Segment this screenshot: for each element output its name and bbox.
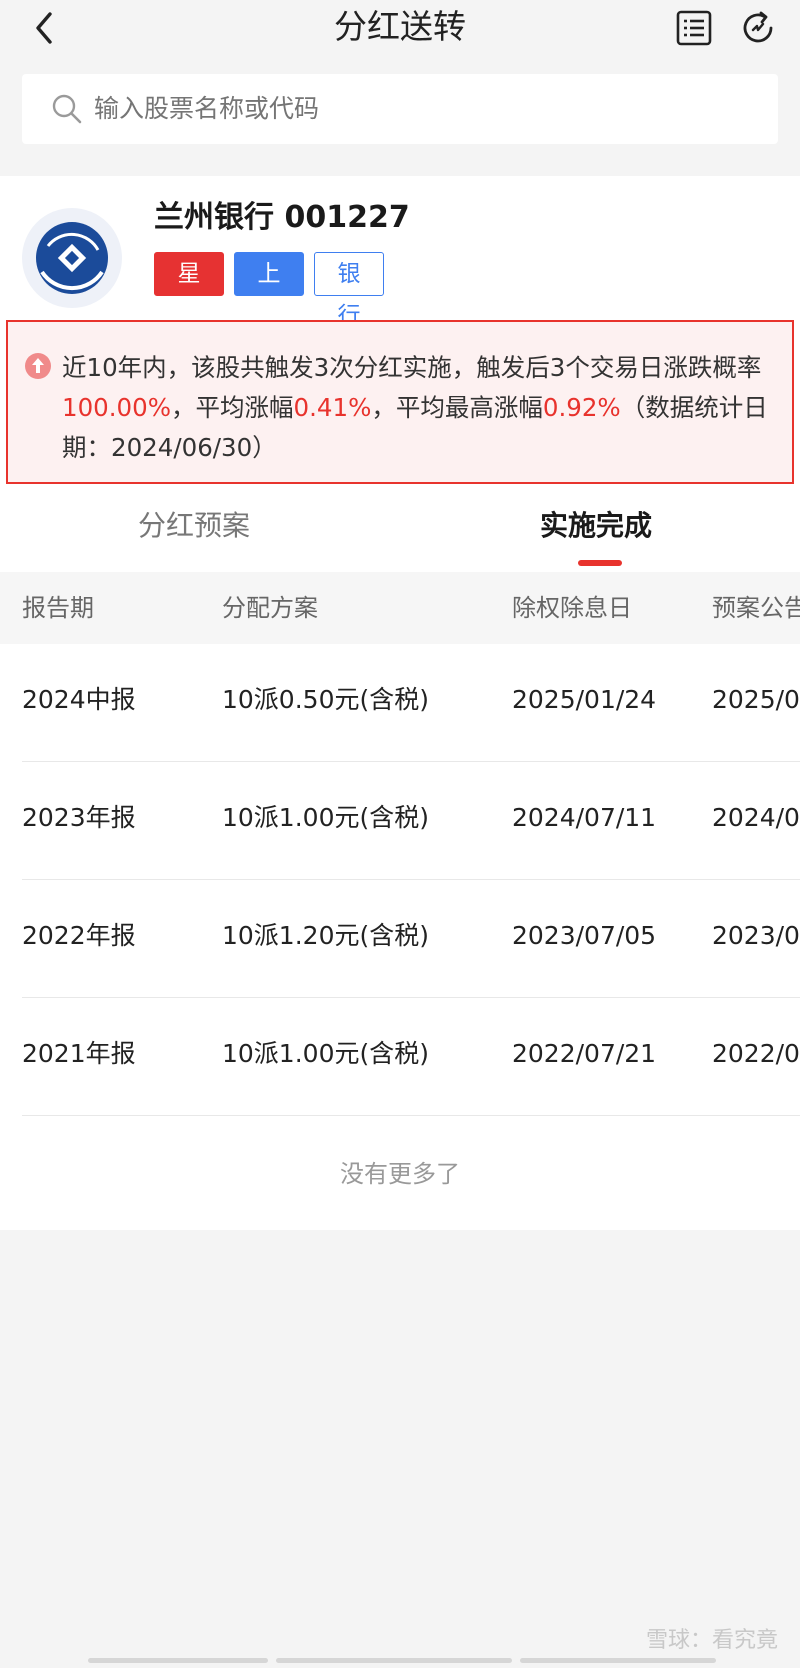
tag-industry[interactable]: 银行 xyxy=(314,252,384,329)
tag-starred[interactable]: 星标 xyxy=(154,252,224,329)
stock-name: 兰州银行 001227 xyxy=(154,200,410,235)
table-row[interactable]: 2022年报 10派1.20元(含税) 2023/07/05 2023/0 xyxy=(0,880,800,998)
cell-report-period: 2021年报 xyxy=(22,1039,136,1068)
average-max-gain: 0.92% xyxy=(542,393,621,422)
table-row[interactable]: 2021年报 10派1.00元(含税) 2022/07/21 2022/0 xyxy=(0,998,800,1116)
cell-ex-dividend-date: 2025/01/24 xyxy=(512,685,657,714)
watermark: 雪球：看究竟 xyxy=(645,1628,778,1653)
active-tab-indicator xyxy=(578,560,622,566)
refresh-icon xyxy=(743,11,773,43)
tab-bar: 分红预案 实施完成 xyxy=(0,488,800,572)
col-report-period: 报告期 xyxy=(22,594,94,622)
bottom-indicator xyxy=(520,1658,716,1663)
bottom-bar-indicators xyxy=(84,1658,724,1664)
cell-distribution-plan: 10派1.00元(含税) xyxy=(222,1039,429,1068)
table-row[interactable]: 2024中报 10派0.50元(含税) 2025/01/24 2025/0 xyxy=(0,644,800,762)
tab-dividend-plan[interactable]: 分红预案 xyxy=(138,506,250,546)
cell-plan-announce-date: 2024/0 xyxy=(712,803,800,832)
cell-ex-dividend-date: 2023/07/05 xyxy=(512,921,657,950)
row-divider xyxy=(22,1115,800,1116)
alert-text: 近10年内，该股共触发3次分红实施，触发后3个交易日涨跌概率100.00%，平均… xyxy=(62,353,768,462)
cell-distribution-plan: 10派0.50元(含税) xyxy=(222,685,429,714)
average-gain: 0.41% xyxy=(293,393,372,422)
table-header: 报告期 分配方案 除权除息日 预案公告日 xyxy=(0,572,800,644)
cell-distribution-plan: 10派1.00元(含税) xyxy=(222,803,429,832)
rise-probability: 100.00% xyxy=(62,393,172,422)
cell-ex-dividend-date: 2024/07/11 xyxy=(512,803,657,832)
col-plan-announce-date: 预案公告日 xyxy=(712,594,800,622)
list-button[interactable] xyxy=(674,8,714,48)
bottom-indicator xyxy=(276,1658,512,1663)
col-distribution-plan: 分配方案 xyxy=(222,594,318,622)
search-icon xyxy=(52,94,82,124)
up-arrow-badge-icon xyxy=(25,353,51,379)
bank-logo xyxy=(22,208,122,308)
cell-report-period: 2023年报 xyxy=(22,803,136,832)
cell-distribution-plan: 10派1.20元(含税) xyxy=(222,921,429,950)
table-row[interactable]: 2023年报 10派1.00元(含税) 2024/07/11 2024/0 xyxy=(0,762,800,880)
top-nav-bar: 分红送转 xyxy=(0,0,800,56)
no-more-indicator: 没有更多了 xyxy=(340,1160,460,1188)
search-bar[interactable] xyxy=(22,74,778,144)
search-input[interactable] xyxy=(94,91,694,127)
cell-ex-dividend-date: 2022/07/21 xyxy=(512,1039,657,1068)
tag-listed[interactable]: 上市 xyxy=(234,252,304,329)
cell-plan-announce-date: 2022/0 xyxy=(712,1039,800,1068)
cell-report-period: 2022年报 xyxy=(22,921,136,950)
refresh-button[interactable] xyxy=(738,8,778,48)
dividend-stats-alert: 近10年内，该股共触发3次分红实施，触发后3个交易日涨跌概率100.00%，平均… xyxy=(6,320,794,484)
cell-report-period: 2024中报 xyxy=(22,685,136,714)
cell-plan-announce-date: 2025/0 xyxy=(712,685,800,714)
col-ex-dividend-date: 除权除息日 xyxy=(512,594,632,622)
cell-plan-announce-date: 2023/0 xyxy=(712,921,800,950)
bottom-indicator xyxy=(88,1658,268,1663)
list-icon xyxy=(676,10,712,46)
tab-completed[interactable]: 实施完成 xyxy=(540,506,652,546)
